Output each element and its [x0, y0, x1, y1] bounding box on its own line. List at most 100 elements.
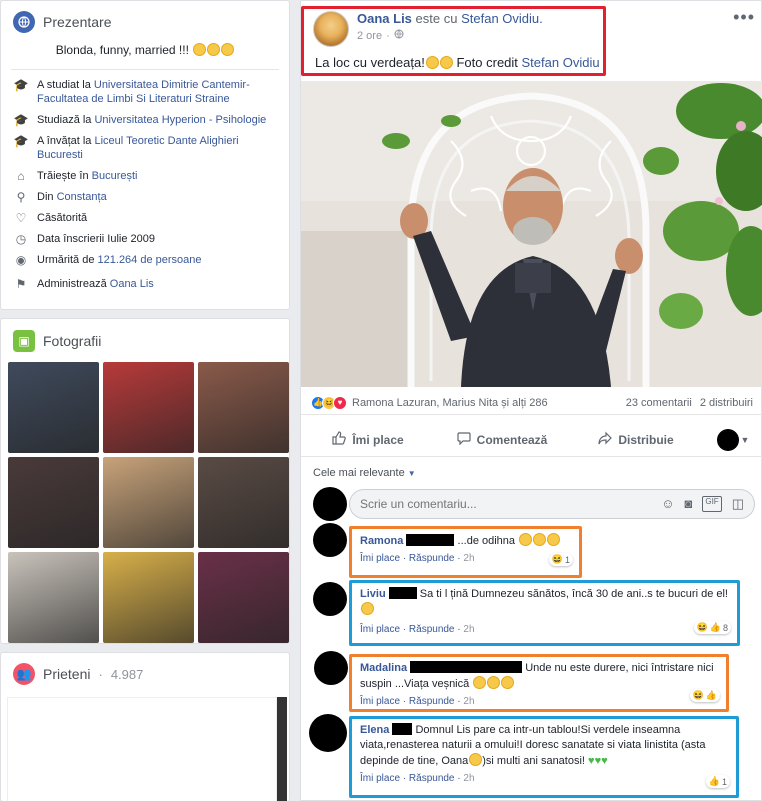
- comment-author[interactable]: Elena: [360, 724, 389, 736]
- redacted-avatar: [716, 428, 739, 451]
- post-time[interactable]: 2 ore: [357, 30, 382, 42]
- friends-icon: 👥: [13, 663, 35, 685]
- share-button[interactable]: Distribuie: [569, 431, 703, 448]
- comment-text: Sa ti l țină Dumnezeu sănătos, încă 30 d…: [419, 588, 728, 600]
- credit-link[interactable]: Stefan Ovidiu: [522, 55, 600, 70]
- commenter-avatar[interactable]: [313, 523, 347, 557]
- intro-item-link[interactable]: Universitatea Hyperion - Psihologie: [94, 114, 266, 126]
- comment-actions: Îmi place · Răspunde · 2h: [360, 773, 475, 784]
- emoji-icon: [439, 56, 453, 69]
- redacted-surname: [406, 534, 455, 546]
- photo-thumbnail[interactable]: [198, 457, 289, 548]
- with-text: este cu: [415, 11, 458, 26]
- credit-prefix: Foto credit: [456, 55, 522, 70]
- comment-author[interactable]: Liviu: [360, 588, 386, 600]
- tagged-user[interactable]: Stefan Ovidiu.: [461, 11, 543, 26]
- comment-like-link[interactable]: Îmi place: [360, 773, 400, 784]
- gif-icon[interactable]: GIF: [702, 496, 722, 512]
- emoji-icon: [533, 533, 547, 546]
- intro-item-studied: 🎓 A studiat la Universitatea Dimitrie Can…: [13, 78, 277, 106]
- emoji-picker-icon[interactable]: ☺: [661, 496, 674, 512]
- photo-thumbnail[interactable]: [103, 457, 194, 548]
- comment-reactions[interactable]: 😆 👍: [689, 689, 720, 702]
- shares-count[interactable]: 2 distribuiri: [700, 397, 753, 409]
- comment-time[interactable]: 2h: [463, 773, 474, 784]
- chevron-down-icon: ▼: [407, 469, 416, 478]
- rss-icon: ◉: [15, 253, 27, 267]
- intro-item-link[interactable]: Oana Lis: [110, 278, 154, 290]
- intro-item-studies: 🎓 Studiază la Universitatea Hyperion - Ps…: [13, 113, 277, 127]
- comment-reactions[interactable]: 😆 1: [548, 553, 573, 566]
- emoji-icon: [361, 602, 374, 615]
- intro-item-link[interactable]: București: [92, 170, 138, 182]
- comment-reply-link[interactable]: Răspunde: [409, 773, 455, 784]
- chevron-down-icon: ▼: [740, 434, 750, 445]
- photo-thumbnail[interactable]: [8, 362, 99, 453]
- comment-time[interactable]: 2h: [463, 553, 474, 564]
- post-photo-illustration: [301, 81, 762, 387]
- comment-time[interactable]: 2h: [463, 696, 474, 707]
- intro-item-lives: ⌂ Trăiește în București: [13, 169, 277, 183]
- comment-filter[interactable]: Cele mai relevante ▼: [313, 467, 416, 479]
- comment-input[interactable]: [360, 497, 662, 511]
- comments-count[interactable]: 23 comentarii: [626, 397, 692, 409]
- intro-item-link[interactable]: Constanța: [57, 191, 107, 203]
- friends-title[interactable]: Prieteni: [43, 666, 90, 682]
- post-meta: 2 ore ·: [357, 29, 543, 42]
- like-button[interactable]: Îmi place: [301, 431, 435, 448]
- like-label: Îmi place: [352, 432, 404, 447]
- post-text-body: La loc cu verdeața!: [315, 55, 425, 70]
- post-options-icon[interactable]: •••: [733, 7, 755, 28]
- comment-button[interactable]: Comentează: [435, 431, 569, 448]
- intro-item-link[interactable]: 121.264 de persoane: [98, 254, 202, 266]
- friends-dot: ·: [98, 666, 103, 682]
- photo-thumbnail[interactable]: [198, 362, 289, 453]
- photos-title[interactable]: Fotografii: [43, 333, 101, 349]
- photo-thumbnail[interactable]: [8, 552, 99, 643]
- post-author[interactable]: Oana Lis: [357, 11, 412, 26]
- audience-selector[interactable]: ▼: [703, 428, 762, 451]
- comment-author[interactable]: Madalina: [360, 662, 407, 674]
- comment-reply-link[interactable]: Răspunde: [409, 553, 455, 564]
- photo-thumbnail[interactable]: [103, 362, 194, 453]
- comment-input-icons: ☺ ◙ GIF ◫: [661, 496, 744, 512]
- heart-icon: ♡: [15, 211, 27, 225]
- author-avatar[interactable]: [313, 11, 349, 47]
- graduation-cap-icon: 🎓: [13, 113, 29, 127]
- comment-like-link[interactable]: Îmi place: [360, 553, 400, 564]
- comment-reply-link[interactable]: Răspunde: [409, 624, 455, 635]
- commenter-avatar[interactable]: [314, 651, 348, 685]
- redacted-surname: [388, 587, 417, 599]
- photo-thumbnail[interactable]: [198, 552, 289, 643]
- comment-actions: Îmi place · Răspunde · 2h: [360, 553, 475, 564]
- reactions-text[interactable]: Ramona Lazuran, Marius Nita și alți 286: [352, 397, 548, 409]
- intro-item-text: Urmărită de: [37, 254, 98, 266]
- emoji-icon: [425, 56, 439, 69]
- sticker-icon[interactable]: ◫: [732, 496, 744, 512]
- intro-item-followers: ◉ Urmărită de 121.264 de persoane: [13, 253, 277, 267]
- comment-reaction-count: 1: [564, 554, 570, 565]
- intro-item-text: Studiază la: [37, 114, 95, 126]
- comment-time[interactable]: 2h: [463, 624, 474, 635]
- intro-item-text: Administrează: [37, 278, 110, 290]
- photo-thumbnail[interactable]: [103, 552, 194, 643]
- intro-item-married: ♡ Căsătorită: [13, 211, 277, 225]
- post-photo[interactable]: [301, 81, 762, 387]
- comment-reply-link[interactable]: Răspunde: [409, 696, 455, 707]
- comment-author[interactable]: Ramona: [360, 535, 403, 547]
- commenter-avatar[interactable]: [309, 714, 347, 752]
- redaction-box: [7, 697, 277, 801]
- comment-like-link[interactable]: Îmi place: [360, 696, 400, 707]
- location-pin-icon: ⚲: [16, 190, 26, 204]
- comment-like-link[interactable]: Îmi place: [360, 624, 400, 635]
- photo-thumbnail[interactable]: [8, 457, 99, 548]
- camera-icon[interactable]: ◙: [685, 496, 693, 512]
- comment-reactions[interactable]: 😆 👍 8: [693, 621, 731, 634]
- emoji-icon: [207, 43, 221, 56]
- post-header-text: Oana Lis este cu Stefan Ovidiu. 2 ore ·: [357, 11, 543, 47]
- intro-header: Prezentare: [1, 1, 289, 43]
- comment-reactions[interactable]: 👍 1: [705, 775, 730, 788]
- photos-header: ▣ Fotografii: [1, 319, 289, 362]
- commenter-avatar[interactable]: [313, 582, 347, 616]
- flag-icon: ⚑: [15, 277, 27, 291]
